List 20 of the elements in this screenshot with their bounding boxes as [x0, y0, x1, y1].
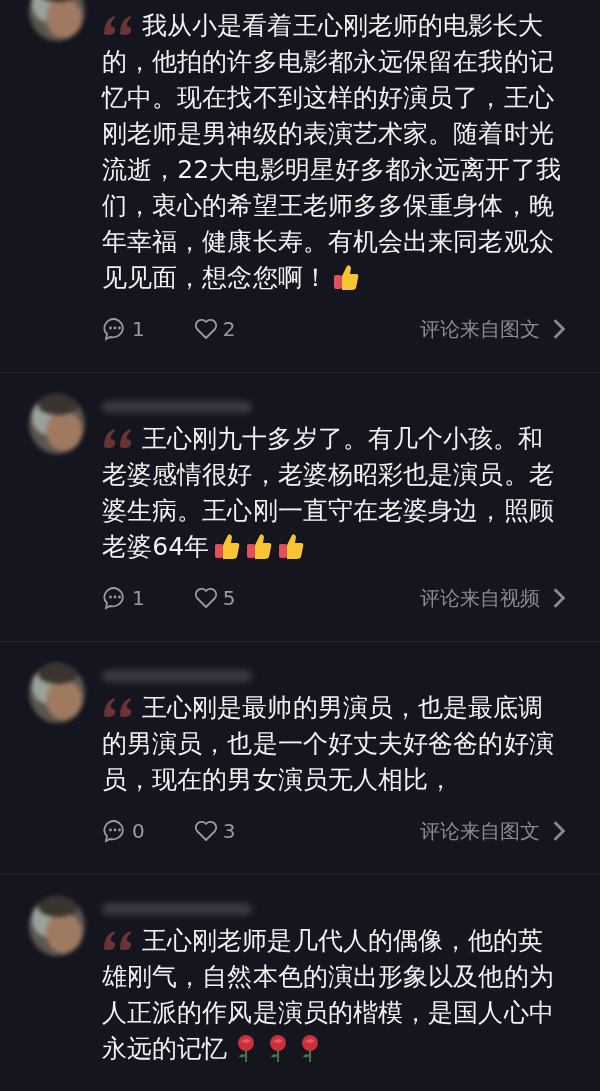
reply-count[interactable]: 1: [102, 583, 145, 613]
thumbs-up-icon: [245, 531, 274, 561]
thumbs-up-icon: [213, 531, 242, 561]
heart-icon: [192, 585, 219, 611]
source-link[interactable]: 评论来自图文: [420, 816, 572, 846]
source-link[interactable]: 评论来自视频: [420, 583, 572, 613]
thumbs-up-icon: [331, 262, 360, 292]
comment-text: 王心刚是最帅的男演员，也是最底调的男演员，也是一个好丈夫好爸爸的好演员，现在的男女演员无人相比，: [102, 692, 555, 796]
source-link[interactable]: 评论来自图文: [420, 314, 572, 344]
reply-count[interactable]: 0: [102, 816, 145, 846]
comment-text: 王心刚九十多岁了。有几个小孩。和老婆感情很好，老婆杨昭彩也是演员。老婆生病。王心刚一直守在老婆身边，照顾老婆64年: [102, 423, 555, 563]
like-count[interactable]: 2: [192, 314, 236, 344]
heart-icon: [192, 316, 219, 342]
like-count[interactable]: 5: [192, 583, 236, 613]
reply-count[interactable]: 1: [102, 314, 145, 344]
like-count[interactable]: 3: [192, 816, 236, 846]
heart-icon: [192, 818, 219, 844]
thumbs-up-icon: [277, 531, 306, 561]
comment-text: 我从小是看着王心刚老师的电影长大的，他拍的许多电影都永远保留在我的记忆中。现在找不到这样的好演员了，王心刚老师是男神级的表演艺术家。随着时光流逝，22大电影明星好多都永远离开了我们，衷心的希望王老师多多保重身体，晚年幸福，健康长寿。有机会出来同老观众见见面，想念您啊！: [102, 10, 562, 294]
comment-text: 王心刚老师是几代人的偶像，他的英雄刚气，自然本色的演出形象以及他的为人正派的作风是演员的楷模，是国人心中永远的记忆: [102, 925, 555, 1065]
